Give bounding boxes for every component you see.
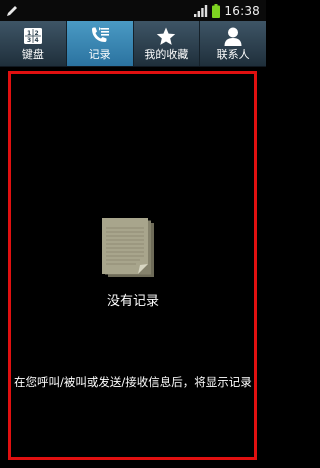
tab-favorites[interactable]: 我的收藏 — [134, 21, 201, 66]
status-time: 16:38 — [224, 3, 260, 18]
tab-keypad[interactable]: 12 34 键盘 — [0, 21, 67, 66]
status-bar: 16:38 — [0, 0, 266, 21]
tab-call-log[interactable]: 记录 — [66, 21, 134, 66]
tab-label-favorites: 我的收藏 — [144, 48, 189, 61]
document-stack-icon — [102, 218, 154, 277]
empty-state-hint: 在您呼叫/被叫或发送/接收信息后，将显示记录 — [14, 375, 252, 389]
tab-label-contacts: 联系人 — [216, 48, 250, 61]
phone-screen: 16:38 12 34 键盘 记录 我的收藏 联系人 没有记录 在您呼叫/被叫或… — [0, 0, 266, 468]
tab-bar: 12 34 键盘 记录 我的收藏 联系人 — [0, 21, 266, 67]
tab-label-keypad: 键盘 — [21, 48, 44, 61]
star-icon — [155, 26, 177, 46]
status-indicators: 16:38 — [194, 2, 260, 19]
empty-state-title: 没有记录 — [106, 294, 159, 309]
tab-label-call-log: 记录 — [88, 48, 111, 61]
person-icon — [222, 26, 244, 46]
signal-icon — [194, 4, 208, 17]
svg-text:3: 3 — [27, 37, 31, 44]
keypad-icon: 12 34 — [22, 26, 44, 46]
battery-icon — [212, 3, 221, 18]
pen-icon — [7, 6, 17, 16]
tab-contacts[interactable]: 联系人 — [200, 21, 266, 66]
call-log-icon — [89, 26, 111, 46]
svg-text:4: 4 — [34, 37, 38, 44]
